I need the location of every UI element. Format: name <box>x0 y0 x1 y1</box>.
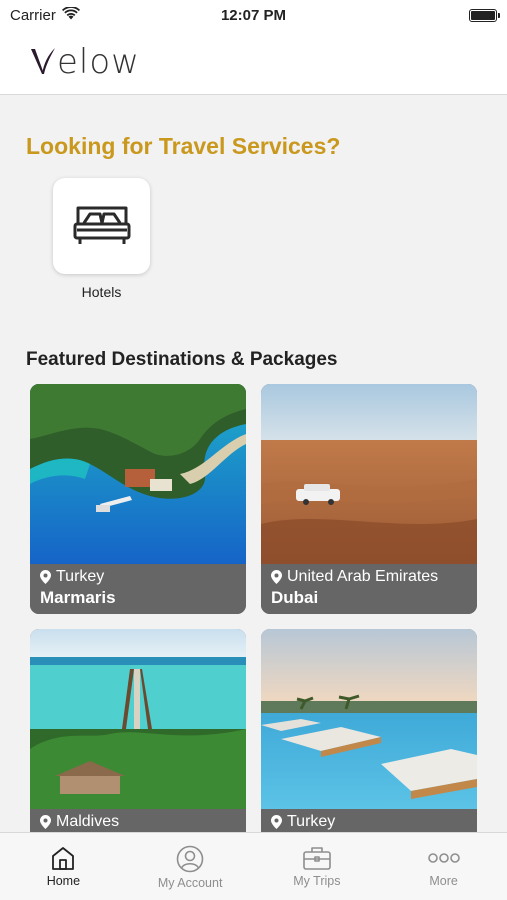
destination-caption: Turkey <box>261 809 477 832</box>
tab-my-account[interactable]: My Account <box>127 833 254 900</box>
destination-card-marmaris[interactable]: Turkey Marmaris <box>30 384 246 614</box>
tab-my-trips[interactable]: My Trips <box>254 833 381 900</box>
map-pin-icon <box>40 815 51 829</box>
destination-country-label: United Arab Emirates <box>287 568 439 585</box>
map-pin-icon <box>271 570 282 584</box>
logo-text: elow <box>57 42 140 82</box>
tab-my-account-label: My Account <box>157 876 223 890</box>
destination-caption: United Arab Emirates Dubai <box>261 564 477 614</box>
destination-card-dubai[interactable]: United Arab Emirates Dubai <box>261 384 477 614</box>
battery-icon <box>469 8 500 22</box>
hotels-service-card[interactable] <box>53 178 150 274</box>
app-logo[interactable]: elow <box>30 42 140 82</box>
tab-more-label: More <box>429 874 458 888</box>
status-left: Carrier <box>10 5 80 24</box>
destination-caption: Turkey Marmaris <box>30 564 246 614</box>
tab-more[interactable]: More <box>380 833 507 900</box>
destination-country: Turkey <box>40 567 236 587</box>
destination-card-turkey[interactable]: Turkey <box>261 629 477 832</box>
destination-country: Maldives <box>40 812 236 832</box>
tab-home-label: Home <box>46 874 81 888</box>
briefcase-icon <box>303 847 331 870</box>
wifi-icon <box>61 5 80 24</box>
destination-image-turkey <box>261 629 477 809</box>
destination-caption: Maldives <box>30 809 246 832</box>
destination-country-label: Turkey <box>287 813 336 830</box>
destination-country: United Arab Emirates <box>271 567 467 587</box>
hotels-service-label[interactable]: Hotels <box>53 284 150 300</box>
home-icon <box>52 847 75 870</box>
tab-my-trips-label: My Trips <box>293 874 341 888</box>
services-title: Looking for Travel Services? <box>26 133 341 159</box>
main-content[interactable]: Looking for Travel Services? Hotels Feat… <box>0 95 507 832</box>
status-bar: Carrier 12:07 PM <box>0 0 507 30</box>
featured-title: Featured Destinations & Packages <box>26 349 338 370</box>
app-header: elow <box>0 30 507 95</box>
map-pin-icon <box>271 815 282 829</box>
destination-city-label: Marmaris <box>40 588 116 607</box>
destination-country: Turkey <box>271 812 467 832</box>
destination-country-label: Turkey <box>56 568 105 585</box>
map-pin-icon <box>40 570 51 584</box>
destination-image-dubai <box>261 384 477 564</box>
destination-city-label: Dubai <box>271 588 319 607</box>
destination-country-label: Maldives <box>56 813 120 830</box>
carrier-label: Carrier <box>10 6 56 24</box>
tab-bar: Home My Account My Trips More <box>0 832 507 900</box>
destination-image-marmaris <box>30 384 246 564</box>
account-icon <box>176 845 204 873</box>
logo-y-mark <box>31 48 55 74</box>
bed-icon <box>73 206 130 244</box>
destination-card-maldives[interactable]: Maldives <box>30 629 246 832</box>
more-icon <box>427 853 460 863</box>
destination-image-maldives <box>30 629 246 809</box>
tab-home[interactable]: Home <box>0 833 127 900</box>
